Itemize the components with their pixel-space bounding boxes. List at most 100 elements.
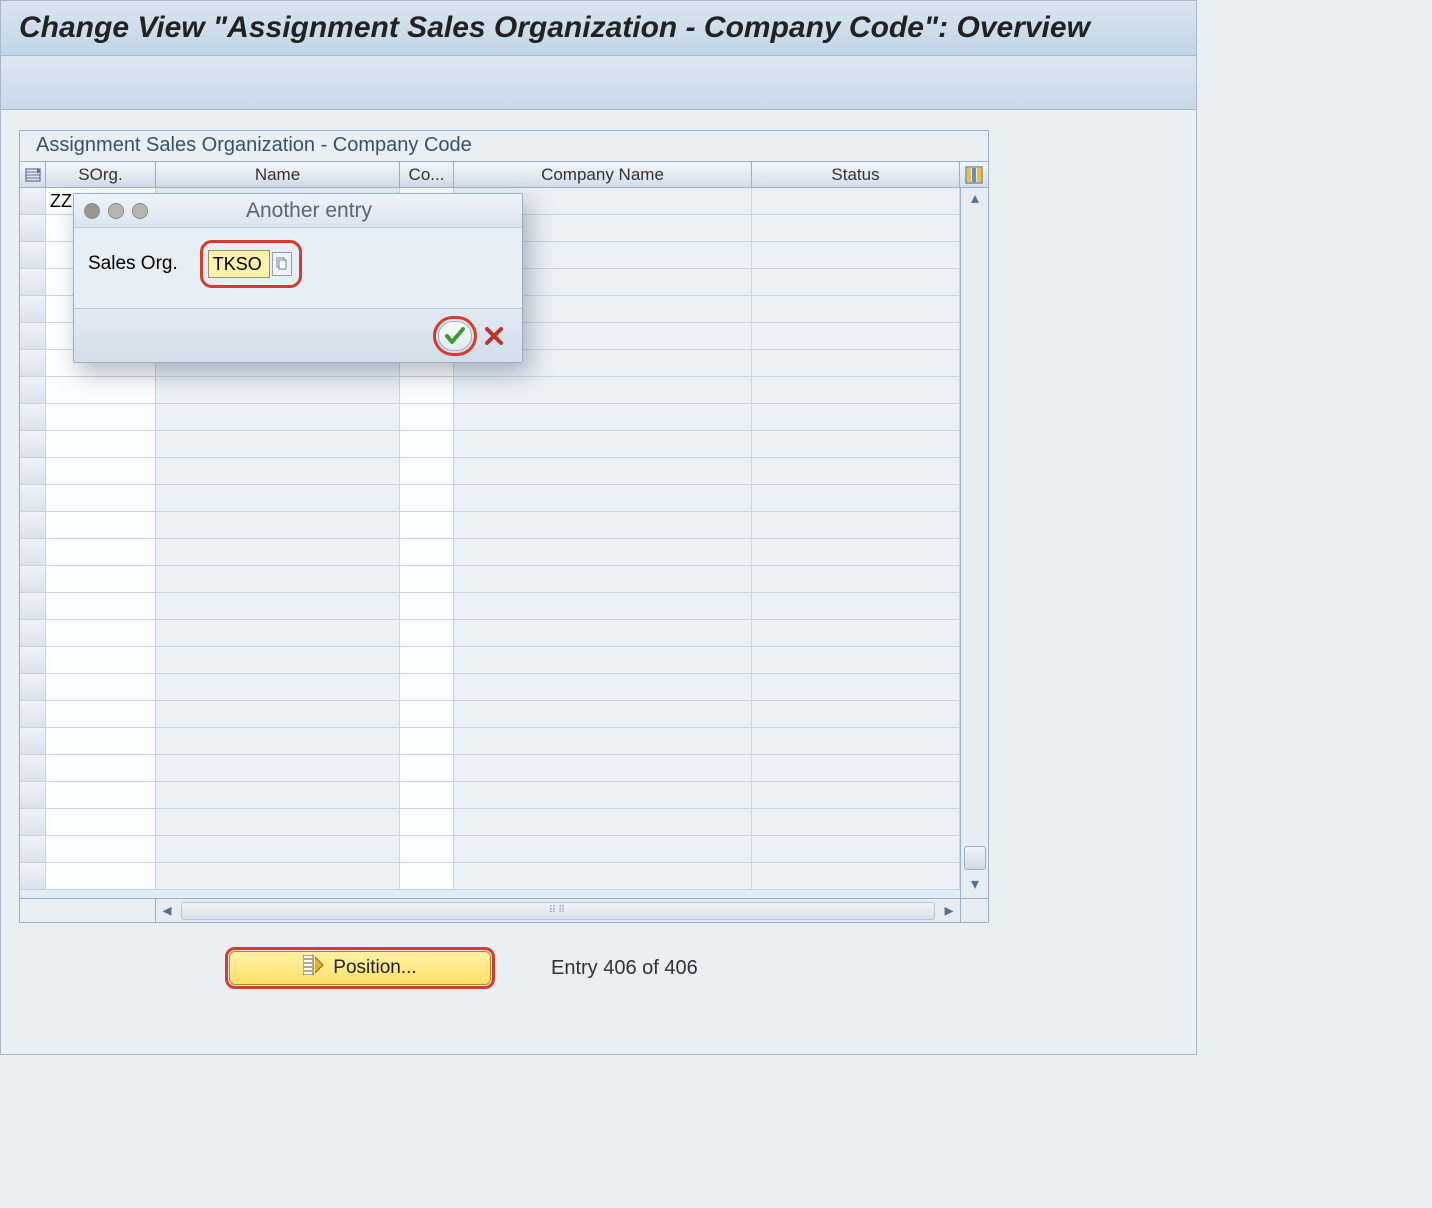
column-name[interactable]: Name — [156, 162, 400, 187]
table-row[interactable] — [20, 566, 960, 593]
cancel-button[interactable] — [482, 321, 506, 351]
cell-sorg[interactable] — [46, 809, 156, 835]
cell-sorg[interactable] — [46, 512, 156, 538]
cell-sorg[interactable] — [46, 620, 156, 646]
row-selector[interactable] — [20, 701, 46, 727]
table-row[interactable] — [20, 863, 960, 890]
row-selector[interactable] — [20, 809, 46, 835]
cell-ccode[interactable] — [400, 674, 454, 700]
cell-sorg[interactable] — [46, 404, 156, 430]
row-selector[interactable] — [20, 755, 46, 781]
row-selector[interactable] — [20, 350, 46, 376]
column-ccode[interactable]: Co... — [400, 162, 454, 187]
cell-ccode[interactable] — [400, 755, 454, 781]
cell-ccode[interactable] — [400, 404, 454, 430]
row-selector[interactable] — [20, 269, 46, 295]
table-row[interactable] — [20, 512, 960, 539]
table-row[interactable] — [20, 836, 960, 863]
cell-ccode[interactable] — [400, 458, 454, 484]
table-row[interactable] — [20, 701, 960, 728]
search-help-button[interactable] — [272, 252, 292, 276]
select-all-column[interactable] — [20, 162, 46, 187]
row-selector[interactable] — [20, 215, 46, 241]
cell-sorg[interactable] — [46, 674, 156, 700]
row-selector[interactable] — [20, 647, 46, 673]
column-sorg[interactable]: SOrg. — [46, 162, 156, 187]
window-zoom-icon[interactable] — [132, 203, 148, 219]
cell-sorg[interactable] — [46, 647, 156, 673]
column-config-button[interactable] — [960, 162, 988, 187]
row-selector[interactable] — [20, 620, 46, 646]
cell-ccode[interactable] — [400, 593, 454, 619]
table-row[interactable] — [20, 458, 960, 485]
table-row[interactable] — [20, 620, 960, 647]
table-row[interactable] — [20, 593, 960, 620]
window-close-icon[interactable] — [84, 203, 100, 219]
scroll-down-icon[interactable]: ▾ — [965, 876, 985, 896]
row-selector[interactable] — [20, 458, 46, 484]
cell-ccode[interactable] — [400, 647, 454, 673]
cell-ccode[interactable] — [400, 539, 454, 565]
table-row[interactable] — [20, 674, 960, 701]
cell-ccode[interactable] — [400, 836, 454, 862]
cell-ccode[interactable] — [400, 782, 454, 808]
cell-ccode[interactable] — [400, 485, 454, 511]
row-selector[interactable] — [20, 512, 46, 538]
row-selector[interactable] — [20, 296, 46, 322]
cell-sorg[interactable] — [46, 377, 156, 403]
cell-sorg[interactable] — [46, 782, 156, 808]
scroll-right-icon[interactable]: ▸ — [938, 900, 960, 922]
horizontal-scrollbar[interactable]: ◂ ⠿⠿ ▸ — [156, 899, 960, 922]
row-selector[interactable] — [20, 593, 46, 619]
row-selector[interactable] — [20, 674, 46, 700]
vertical-scrollbar[interactable]: ▴ ▾ — [960, 188, 988, 898]
row-selector[interactable] — [20, 188, 46, 214]
table-row[interactable] — [20, 431, 960, 458]
row-selector[interactable] — [20, 485, 46, 511]
table-row[interactable] — [20, 647, 960, 674]
cell-ccode[interactable] — [400, 809, 454, 835]
cell-sorg[interactable] — [46, 755, 156, 781]
cell-ccode[interactable] — [400, 431, 454, 457]
scroll-up-icon[interactable]: ▴ — [965, 190, 985, 210]
sales-org-input[interactable] — [208, 250, 270, 278]
scroll-left-icon[interactable]: ◂ — [156, 900, 178, 922]
cell-ccode[interactable] — [400, 377, 454, 403]
cell-sorg[interactable] — [46, 485, 156, 511]
table-row[interactable] — [20, 377, 960, 404]
cell-sorg[interactable] — [46, 566, 156, 592]
table-row[interactable] — [20, 782, 960, 809]
cell-ccode[interactable] — [400, 566, 454, 592]
cell-sorg[interactable] — [46, 431, 156, 457]
cell-sorg[interactable] — [46, 593, 156, 619]
position-button[interactable]: Position... — [229, 951, 491, 985]
row-selector[interactable] — [20, 863, 46, 889]
window-minimize-icon[interactable] — [108, 203, 124, 219]
table-row[interactable] — [20, 404, 960, 431]
cell-sorg[interactable] — [46, 836, 156, 862]
cell-ccode[interactable] — [400, 701, 454, 727]
cell-ccode[interactable] — [400, 863, 454, 889]
row-selector[interactable] — [20, 377, 46, 403]
cell-ccode[interactable] — [400, 620, 454, 646]
column-company-name[interactable]: Company Name — [454, 162, 752, 187]
column-status[interactable]: Status — [752, 162, 960, 187]
row-selector[interactable] — [20, 323, 46, 349]
cell-ccode[interactable] — [400, 728, 454, 754]
table-row[interactable] — [20, 728, 960, 755]
row-selector[interactable] — [20, 728, 46, 754]
row-selector[interactable] — [20, 539, 46, 565]
cell-sorg[interactable] — [46, 863, 156, 889]
row-selector[interactable] — [20, 566, 46, 592]
table-row[interactable] — [20, 485, 960, 512]
window-controls[interactable] — [84, 203, 148, 219]
cell-sorg[interactable] — [46, 728, 156, 754]
cell-ccode[interactable] — [400, 512, 454, 538]
cell-sorg[interactable] — [46, 458, 156, 484]
row-selector[interactable] — [20, 782, 46, 808]
table-row[interactable] — [20, 755, 960, 782]
table-row[interactable] — [20, 809, 960, 836]
cell-sorg[interactable] — [46, 539, 156, 565]
scroll-thumb[interactable] — [964, 846, 986, 870]
confirm-button[interactable] — [438, 321, 472, 351]
